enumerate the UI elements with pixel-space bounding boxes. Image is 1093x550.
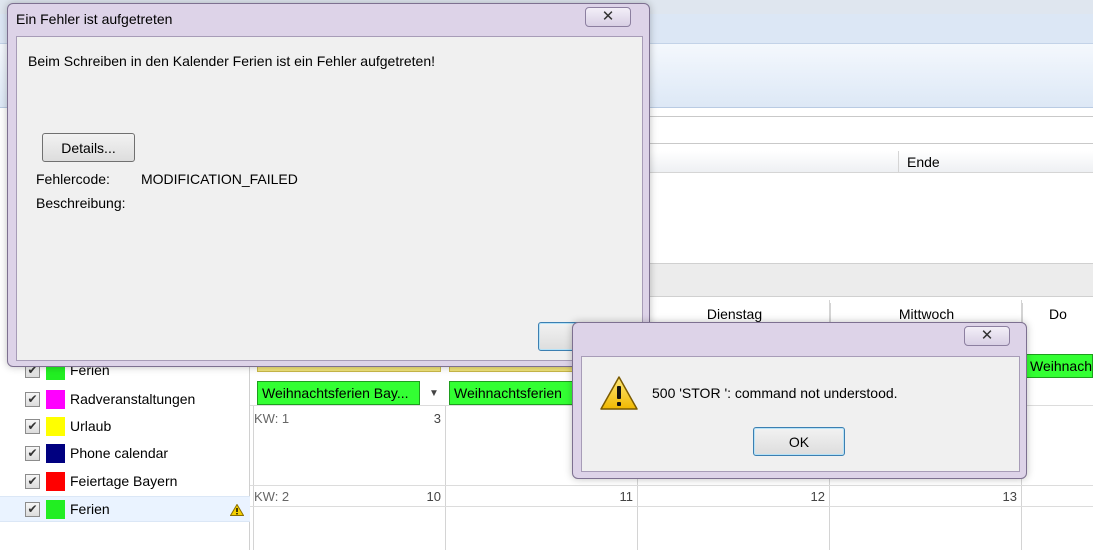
- calendar-event-weihnachtsferien[interactable]: Weihnachtsferien Bay...: [257, 381, 420, 405]
- column-separator: [898, 151, 899, 173]
- grid-line: [253, 405, 254, 550]
- week-number: KW: 1: [254, 411, 290, 426]
- calendar-label: Feiertage Bayern: [70, 473, 178, 489]
- error-code-label: Fehlercode:: [36, 171, 110, 187]
- list-header: Ende: [640, 151, 1093, 173]
- calendar-list-item[interactable]: ✔ Urlaub: [0, 414, 250, 440]
- calendar-label: Urlaub: [70, 418, 112, 434]
- calendar-event-weihnachtsferien[interactable]: Weihnach: [1025, 354, 1093, 378]
- calendar-color-swatch: [46, 472, 65, 491]
- calendar-list-item[interactable]: ✔ Radveranstaltungen: [0, 387, 250, 413]
- dialog-content: Beim Schreiben in den Kalender Ferien is…: [16, 36, 643, 361]
- checkbox-checked-icon[interactable]: ✔: [25, 392, 40, 407]
- checkbox-checked-icon[interactable]: ✔: [25, 502, 40, 517]
- week-number: KW: 2: [254, 489, 290, 504]
- pane-splitter[interactable]: [640, 263, 1093, 297]
- details-button[interactable]: Details...: [42, 133, 135, 162]
- warning-icon: [600, 376, 638, 410]
- error-dialog: Ein Fehler ist aufgetreten ✕ Beim Schrei…: [7, 3, 650, 367]
- dialog-content: 500 'STOR ': command not understood. OK: [581, 356, 1020, 472]
- checkbox-checked-icon[interactable]: ✔: [25, 474, 40, 489]
- day-number: 10: [426, 489, 441, 504]
- close-button[interactable]: ✕: [585, 7, 631, 27]
- checkbox-checked-icon[interactable]: ✔: [25, 419, 40, 434]
- day-number: 3: [433, 411, 441, 426]
- calendar-label: Radveranstaltungen: [70, 391, 196, 407]
- event-dropdown-icon[interactable]: ▼: [429, 388, 439, 399]
- calendar-list-item-selected[interactable]: ✔ Ferien: [0, 496, 250, 522]
- error-code-value: MODIFICATION_FAILED: [141, 171, 298, 187]
- day-number: 11: [619, 489, 634, 504]
- calendar-list-item[interactable]: ✔ Feiertage Bayern: [0, 469, 250, 495]
- error-message: Beim Schreiben in den Kalender Ferien is…: [28, 53, 436, 69]
- grid-line: [250, 485, 1093, 486]
- calendar-label: Phone calendar: [70, 445, 169, 461]
- day-number: 12: [810, 489, 825, 504]
- calendar-color-swatch: [46, 500, 65, 519]
- day-number: 13: [1002, 489, 1017, 504]
- grid-line: [445, 405, 446, 550]
- filter-bar: [640, 116, 1093, 144]
- dialog-title: Ein Fehler ist aufgetreten: [16, 11, 173, 27]
- calendar-list-item[interactable]: ✔ Phone calendar: [0, 441, 250, 467]
- alert-message: 500 'STOR ': command not understood.: [652, 385, 898, 401]
- ok-button[interactable]: OK: [753, 427, 845, 456]
- checkbox-checked-icon[interactable]: ✔: [25, 446, 40, 461]
- close-icon: ✕: [980, 327, 994, 344]
- description-label: Beschreibung:: [36, 195, 126, 211]
- column-header-end[interactable]: Ende: [907, 154, 940, 170]
- calendar-color-swatch: [46, 417, 65, 436]
- alert-dialog: ✕ 500 'STOR ': command not understood. O…: [572, 322, 1027, 479]
- calendar-list: ✔ Ferien ✔ Radveranstaltungen ✔ Urlaub ✔…: [0, 356, 250, 550]
- calendar-color-swatch: [46, 444, 65, 463]
- grid-line: [250, 506, 1093, 507]
- close-button[interactable]: ✕: [964, 326, 1010, 346]
- calendar-label: Ferien: [70, 501, 110, 517]
- day-header-thursday: Do: [1022, 303, 1093, 325]
- close-icon: ✕: [601, 8, 615, 25]
- calendar-color-swatch: [46, 390, 65, 409]
- warning-icon: [230, 504, 244, 516]
